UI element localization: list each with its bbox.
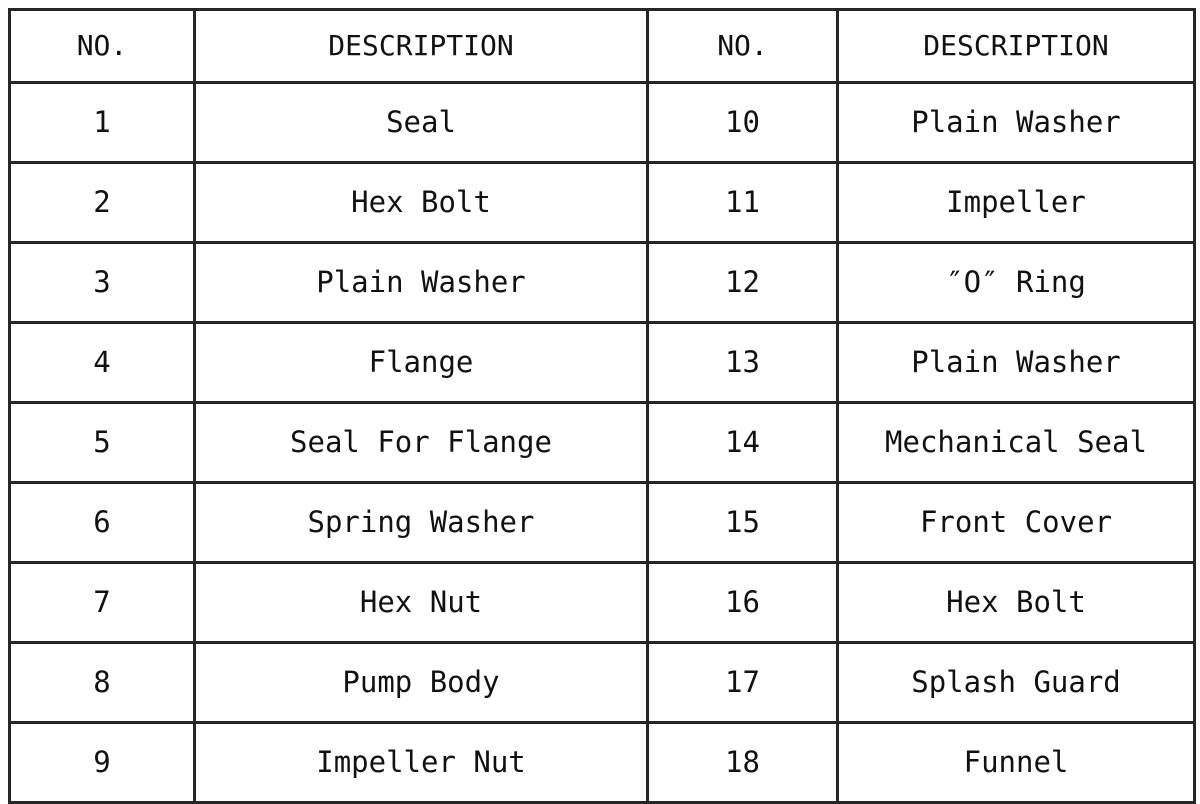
cell-description-right: Impeller [836,161,1196,244]
cell-no-left: 6 [8,481,196,564]
cell-no-left: 7 [8,561,196,644]
table-row: 7 Hex Nut 16 Hex Bolt [8,561,1196,644]
cell-no-right: 11 [646,161,839,244]
cell-no-left: 4 [8,321,196,404]
cell-no-right: 10 [646,81,839,164]
cell-no-left: 8 [8,641,196,724]
cell-description-left: Seal [193,81,649,164]
cell-description-right: Mechanical Seal [836,401,1196,484]
cell-no-right: 12 [646,241,839,324]
column-header-description-left: DESCRIPTION [193,8,649,84]
cell-no-right: 17 [646,641,839,724]
cell-no-right: 16 [646,561,839,644]
cell-description-left: Hex Bolt [193,161,649,244]
column-header-no-left: NO. [8,8,196,84]
cell-no-right: 18 [646,721,839,804]
cell-description-right: Funnel [836,721,1196,804]
cell-no-right: 13 [646,321,839,404]
cell-description-left: Plain Washer [193,241,649,324]
table-row: 6 Spring Washer 15 Front Cover [8,481,1196,564]
cell-description-left: Flange [193,321,649,404]
cell-no-left: 5 [8,401,196,484]
table-row: 8 Pump Body 17 Splash Guard [8,641,1196,724]
cell-description-right: Hex Bolt [836,561,1196,644]
cell-description-left: Impeller Nut [193,721,649,804]
cell-description-left: Spring Washer [193,481,649,564]
table-row: 3 Plain Washer 12 ″O″ Ring [8,241,1196,324]
cell-description-right: ″O″ Ring [836,241,1196,324]
cell-description-right: Plain Washer [836,321,1196,404]
cell-description-right: Front Cover [836,481,1196,564]
column-header-description-right: DESCRIPTION [836,8,1196,84]
column-header-no-right: NO. [646,8,839,84]
cell-no-left: 1 [8,81,196,164]
cell-description-left: Seal For Flange [193,401,649,484]
table-header-row: NO. DESCRIPTION NO. DESCRIPTION [8,8,1196,84]
table-row: 9 Impeller Nut 18 Funnel [8,721,1196,804]
cell-no-left: 2 [8,161,196,244]
table-row: 2 Hex Bolt 11 Impeller [8,161,1196,244]
cell-description-right: Splash Guard [836,641,1196,724]
table-body: 1 Seal 10 Plain Washer 2 Hex Bolt 11 Imp… [8,81,1196,804]
cell-no-left: 3 [8,241,196,324]
table-row: 1 Seal 10 Plain Washer [8,81,1196,164]
cell-description-right: Plain Washer [836,81,1196,164]
table-row: 4 Flange 13 Plain Washer [8,321,1196,404]
parts-list-table-container: NO. DESCRIPTION NO. DESCRIPTION 1 Seal 1… [8,8,1196,804]
table-header: NO. DESCRIPTION NO. DESCRIPTION [8,8,1196,84]
cell-no-right: 15 [646,481,839,564]
cell-no-right: 14 [646,401,839,484]
parts-list-table: NO. DESCRIPTION NO. DESCRIPTION 1 Seal 1… [8,8,1196,804]
cell-description-left: Hex Nut [193,561,649,644]
table-row: 5 Seal For Flange 14 Mechanical Seal [8,401,1196,484]
cell-no-left: 9 [8,721,196,804]
cell-description-left: Pump Body [193,641,649,724]
